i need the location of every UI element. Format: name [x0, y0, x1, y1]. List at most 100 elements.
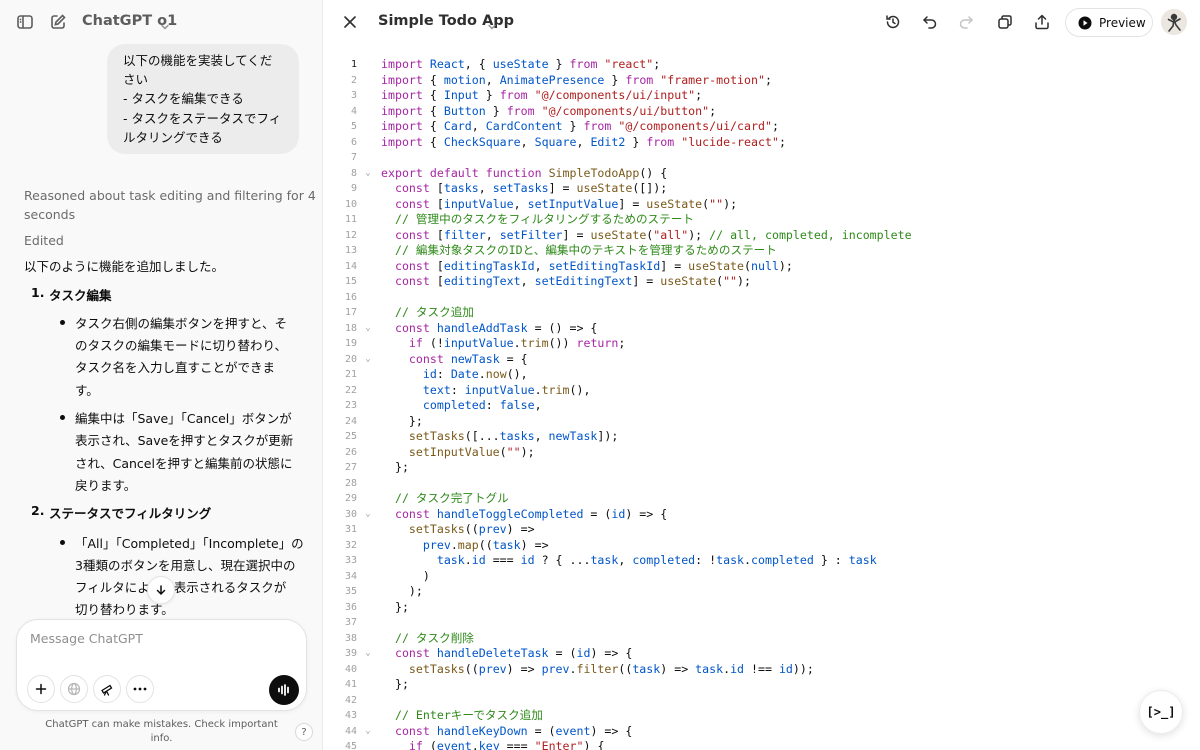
user-message: 以下の機能を実装してくだ さい - タスクを編集できる - タスクをステータスで…	[107, 44, 299, 154]
line-number: 1	[350, 59, 357, 70]
line-number: 27	[344, 462, 357, 473]
code-text: if (event.key === "Enter") {	[408, 739, 605, 750]
code-line[interactable]: 32 prev.map((task) =>	[324, 538, 1200, 554]
copy-icon[interactable]	[994, 11, 1016, 33]
code-line[interactable]: 5 import { Card, CardContent } from "@/co…	[324, 119, 1200, 135]
code-line[interactable]: 29 // タスク完了トグル	[324, 491, 1200, 507]
line-number: 8	[350, 167, 357, 179]
line-number: 28	[344, 477, 357, 489]
reasoning-summary[interactable]: seconds	[24, 207, 75, 222]
line-number: 33	[344, 555, 357, 566]
preview-label: Preview	[1099, 15, 1146, 30]
fold-chevron-icon[interactable]: ⌄	[363, 724, 373, 740]
code-line[interactable]: 40 setTasks((prev) => prev.filter((task)…	[324, 662, 1200, 678]
code-line[interactable]: 7	[324, 150, 1200, 166]
chevron-down-icon[interactable]	[160, 17, 170, 36]
code-line[interactable]: 43 // Enterキーでタスク追加	[324, 708, 1200, 724]
fold-chevron-icon[interactable]: ⌄	[363, 321, 373, 337]
code-line[interactable]: 36 };	[324, 600, 1200, 616]
code-line[interactable]: 41 };	[324, 677, 1200, 693]
code-line[interactable]: 15 const [editingText, setEditingText] =…	[324, 274, 1200, 290]
code-text: import { Card, CardContent } from "@/com…	[381, 119, 779, 133]
voice-mode-button[interactable]	[269, 675, 299, 705]
code-line[interactable]: 28	[324, 476, 1200, 492]
edited-label[interactable]: Edited	[24, 233, 64, 248]
code-text: text: inputValue.trim(),	[422, 382, 591, 397]
code-line[interactable]: 26 setInputValue("");	[324, 445, 1200, 461]
bullet-text: され、Cancelを押すと編集前の状態に	[75, 456, 293, 471]
code-line[interactable]: 33 task.id === id ? { ...task, completed…	[324, 553, 1200, 569]
scroll-to-bottom-button[interactable]	[147, 576, 175, 604]
code-line[interactable]: 3 import { Input } from "@/components/ui/…	[324, 88, 1200, 104]
code-line[interactable]: 4 import { Button } from "@/components/ui…	[324, 104, 1200, 120]
code-line[interactable]: 27 };	[324, 460, 1200, 476]
sidebar-toggle-icon[interactable]	[14, 11, 36, 33]
line-number: 42	[344, 694, 357, 706]
code-line[interactable]: 42	[324, 693, 1200, 709]
code-line[interactable]: 10 const [inputValue, setInputValue] = u…	[324, 197, 1200, 213]
bullet-text: す。	[75, 383, 99, 398]
code-line[interactable]: 20 ⌄ const newTask = {	[324, 352, 1200, 368]
fold-chevron-icon[interactable]: ⌄	[363, 352, 373, 368]
message-input[interactable]	[30, 631, 280, 646]
redo-icon[interactable]	[955, 11, 977, 33]
code-text: // 管理中のタスクをフィルタリングするためのステート	[394, 212, 694, 226]
code-line[interactable]: 8 ⌄ export default function SimpleTodoApp(…	[324, 166, 1200, 182]
fold-chevron-icon[interactable]: ⌄	[363, 646, 373, 662]
code-line[interactable]: 17 // タスク追加	[324, 305, 1200, 321]
bullet-text: のタスクの編集モードに切り替わり、	[75, 338, 288, 353]
reasoning-summary[interactable]: Reasoned about task editing and filterin…	[24, 188, 316, 203]
more-options-button[interactable]	[126, 675, 154, 703]
code-line[interactable]: 39 ⌄ const handleDeleteTask = (id) => {	[324, 646, 1200, 662]
code-line[interactable]: 24 };	[324, 414, 1200, 430]
code-line[interactable]: 22 text: inputValue.trim(),	[324, 383, 1200, 399]
code-line[interactable]: 13 // 編集対象タスクのIDと、編集中のテキストを管理するためのステート	[324, 243, 1200, 259]
code-line[interactable]: 16	[324, 290, 1200, 306]
code-line[interactable]: 44 ⌄ const handleKeyDown = (event) => {	[324, 724, 1200, 740]
code-line[interactable]: 14 const [editingTaskId, setEditingTaskI…	[324, 259, 1200, 275]
code-line[interactable]: 31 setTasks((prev) =>	[324, 522, 1200, 538]
new-chat-icon[interactable]	[47, 11, 69, 33]
preview-button[interactable]: Preview	[1065, 8, 1153, 37]
code-line[interactable]: 19 if (!inputValue.trim()) return;	[324, 336, 1200, 352]
code-line[interactable]: 11 // 管理中のタスクをフィルタリングするためのステート	[324, 212, 1200, 228]
close-canvas-button[interactable]	[340, 12, 360, 32]
line-number: 38	[344, 632, 357, 644]
share-icon[interactable]	[1031, 11, 1053, 33]
line-number: 43	[344, 710, 357, 721]
fold-chevron-icon[interactable]: ⌄	[363, 166, 373, 182]
search-web-button[interactable]	[60, 675, 88, 703]
fold-chevron-icon[interactable]: ⌄	[363, 507, 373, 523]
undo-icon[interactable]	[919, 11, 941, 33]
code-line[interactable]: 6 import { CheckSquare, Square, Edit2 } f…	[324, 135, 1200, 151]
code-line[interactable]: 25 setTasks([...tasks, newTask]);	[324, 429, 1200, 445]
tools-button[interactable]	[93, 675, 121, 703]
attach-button[interactable]	[27, 675, 55, 703]
avatar[interactable]	[1161, 9, 1187, 35]
line-number: 22	[344, 384, 357, 396]
bullet-text: タスク名を入力し直すことができま	[75, 360, 276, 375]
code-line[interactable]: 18 ⌄ const handleAddTask = () => {	[324, 321, 1200, 337]
user-message-line: - タスクを編集できる	[123, 91, 244, 107]
code-line[interactable]: 2 import { motion, AnimatePresence } from…	[324, 73, 1200, 89]
code-line[interactable]: 34 )	[324, 569, 1200, 585]
code-line[interactable]: 35 );	[324, 584, 1200, 600]
code-line[interactable]: 30 ⌄ const handleToggleCompleted = (id) =…	[324, 507, 1200, 523]
plus-icon	[35, 683, 47, 695]
code-line[interactable]: 12 const [filter, setFilter] = useState(…	[324, 228, 1200, 244]
code-line[interactable]: 21 id: Date.now(),	[324, 367, 1200, 383]
code-editor[interactable]: 1 import React, { useState } from "react"…	[324, 57, 1200, 750]
help-button[interactable]: ?	[295, 723, 313, 741]
code-line[interactable]: 1 import React, { useState } from "react"…	[324, 57, 1200, 73]
line-number: 25	[344, 431, 357, 442]
code-line[interactable]: 38 // タスク削除	[324, 631, 1200, 647]
bullet-text: 表示され、Saveを押すとタスクが更新	[75, 433, 294, 448]
code-line[interactable]: 45 if (event.key === "Enter") {	[324, 739, 1200, 750]
code-line[interactable]: 23 completed: false,	[324, 398, 1200, 414]
history-icon[interactable]	[882, 11, 904, 33]
code-line[interactable]: 9 const [tasks, setTasks] = useState([])…	[324, 181, 1200, 197]
code-text: // タスク追加	[394, 305, 474, 319]
code-line[interactable]: 37	[324, 615, 1200, 631]
chevron-down-icon[interactable]	[487, 17, 497, 36]
code-actions-button[interactable]: [>_]	[1139, 690, 1183, 734]
